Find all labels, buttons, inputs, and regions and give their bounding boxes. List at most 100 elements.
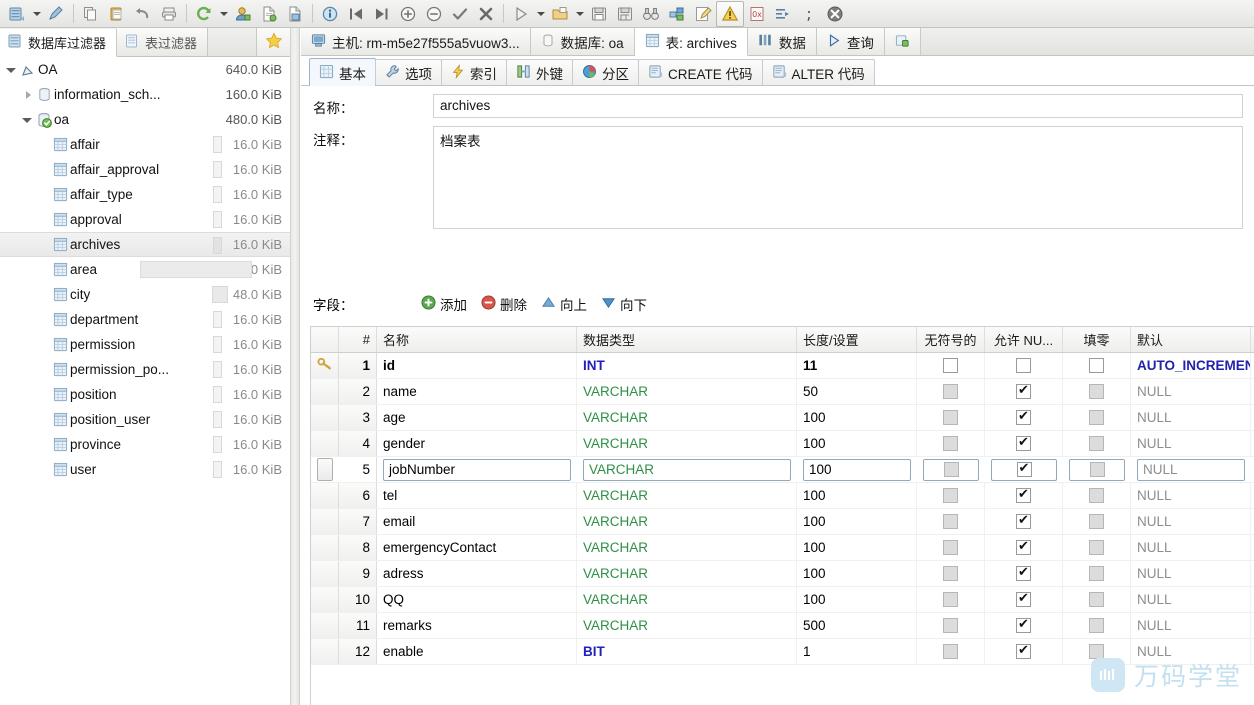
field-type-cell[interactable]: VARCHAR bbox=[577, 509, 797, 534]
field-type-cell[interactable]: VARCHAR bbox=[577, 587, 797, 612]
apply-changes-icon[interactable] bbox=[447, 2, 473, 26]
tab-table-filter[interactable]: 表过滤器 bbox=[117, 28, 209, 56]
row-key-cell[interactable] bbox=[311, 483, 339, 508]
zerofill-checkbox[interactable] bbox=[1089, 410, 1104, 425]
nullable-checkbox[interactable] bbox=[1016, 358, 1031, 373]
save-as-icon[interactable] bbox=[612, 2, 638, 26]
unsigned-checkbox[interactable] bbox=[943, 540, 958, 555]
tree-item[interactable]: province 16.0 KiB bbox=[0, 432, 290, 457]
field-length-cell[interactable]: 100 bbox=[797, 561, 917, 586]
field-length-cell[interactable]: 100 bbox=[797, 535, 917, 560]
zerofill-checkbox[interactable] bbox=[1089, 618, 1104, 633]
unsigned-checkbox[interactable] bbox=[943, 618, 958, 633]
tree-item[interactable]: permission 16.0 KiB bbox=[0, 332, 290, 357]
field-zerofill-editor[interactable] bbox=[1069, 458, 1125, 481]
field-default-cell[interactable]: NULL bbox=[1131, 535, 1251, 560]
row-key-cell[interactable] bbox=[311, 509, 339, 534]
field-default-cell[interactable]: NULL bbox=[1131, 457, 1251, 482]
table-row[interactable]: 2 name VARCHAR 50 NULL bbox=[311, 379, 1254, 405]
field-length-cell[interactable]: 50 bbox=[797, 379, 917, 404]
run-query-icon[interactable] bbox=[508, 2, 534, 26]
unsigned-checkbox[interactable] bbox=[943, 384, 958, 399]
nullable-checkbox[interactable] bbox=[1016, 538, 1031, 555]
zerofill-checkbox[interactable] bbox=[1089, 592, 1104, 607]
chevron-down-icon[interactable] bbox=[217, 2, 230, 26]
field-zerofill-cell[interactable] bbox=[1063, 639, 1131, 664]
row-index-cell[interactable]: 3 bbox=[339, 405, 377, 430]
delete-field-button[interactable]: 删除 bbox=[481, 294, 527, 314]
design-table-icon[interactable] bbox=[43, 2, 69, 26]
nullable-checkbox[interactable] bbox=[1016, 564, 1031, 581]
field-name-cell[interactable]: QQ bbox=[377, 587, 577, 612]
unsigned-checkbox[interactable] bbox=[943, 462, 959, 477]
row-index-cell[interactable]: 7 bbox=[339, 509, 377, 534]
field-name-cell[interactable]: id bbox=[377, 353, 577, 378]
field-type-cell[interactable]: BIT bbox=[577, 639, 797, 664]
field-zerofill-cell[interactable] bbox=[1063, 457, 1131, 482]
add-record-icon[interactable] bbox=[395, 2, 421, 26]
table-row[interactable]: 11 remarks VARCHAR 500 NULL bbox=[311, 613, 1254, 639]
field-type-cell[interactable]: INT bbox=[577, 353, 797, 378]
field-default-cell[interactable]: NULL bbox=[1131, 587, 1251, 612]
database-tree[interactable]: OA 640.0 KiB information_sch... 160.0 KiB oa… bbox=[0, 57, 290, 705]
field-name-cell[interactable]: adress bbox=[377, 561, 577, 586]
col-datatype-header[interactable]: 数据类型 bbox=[577, 327, 797, 352]
field-type-cell[interactable]: VARCHAR bbox=[577, 379, 797, 404]
row-index-cell[interactable]: 1 bbox=[339, 353, 377, 378]
col-key-header[interactable] bbox=[311, 327, 339, 352]
row-key-cell[interactable] bbox=[311, 457, 339, 482]
designer-tab[interactable]: CREATE 代码 bbox=[638, 59, 763, 85]
info-icon[interactable] bbox=[317, 2, 343, 26]
zerofill-checkbox[interactable] bbox=[1089, 436, 1104, 451]
designer-tab[interactable]: 分区 bbox=[572, 59, 639, 85]
field-length-cell[interactable]: 100 bbox=[797, 509, 917, 534]
field-nullable-cell[interactable] bbox=[985, 457, 1063, 482]
table-row[interactable]: 10 QQ VARCHAR 100 NULL bbox=[311, 587, 1254, 613]
last-record-icon[interactable] bbox=[369, 2, 395, 26]
designer-tab[interactable]: 基本 bbox=[309, 58, 376, 86]
field-default-cell[interactable]: NULL bbox=[1131, 561, 1251, 586]
unsigned-checkbox[interactable] bbox=[943, 592, 958, 607]
field-unsigned-cell[interactable] bbox=[917, 639, 985, 664]
load-query-icon[interactable] bbox=[547, 2, 573, 26]
first-record-icon[interactable] bbox=[343, 2, 369, 26]
field-unsigned-cell[interactable] bbox=[917, 457, 985, 482]
field-unsigned-cell[interactable] bbox=[917, 509, 985, 534]
field-name-cell[interactable]: enable bbox=[377, 639, 577, 664]
unsigned-checkbox[interactable] bbox=[943, 358, 958, 373]
tree-item[interactable]: oa 480.0 KiB bbox=[0, 107, 290, 132]
unsigned-checkbox[interactable] bbox=[943, 566, 958, 581]
table-row[interactable]: 7 email VARCHAR 100 NULL bbox=[311, 509, 1254, 535]
user-manage-icon[interactable] bbox=[230, 2, 256, 26]
field-type-cell[interactable]: VARCHAR bbox=[577, 613, 797, 638]
row-index-cell[interactable]: 10 bbox=[339, 587, 377, 612]
field-nullable-cell[interactable] bbox=[985, 353, 1063, 378]
field-default-cell[interactable]: NULL bbox=[1131, 483, 1251, 508]
field-nullable-editor[interactable] bbox=[991, 458, 1057, 481]
col-length-header[interactable]: 长度/设置 bbox=[797, 327, 917, 352]
col-unsigned-header[interactable]: 无符号的 bbox=[917, 327, 985, 352]
refresh-icon[interactable] bbox=[191, 2, 217, 26]
field-zerofill-cell[interactable] bbox=[1063, 587, 1131, 612]
cancel-changes-icon[interactable] bbox=[473, 2, 499, 26]
designer-tab[interactable]: 选项 bbox=[375, 59, 442, 85]
edit-icon[interactable] bbox=[690, 2, 716, 26]
field-type-cell[interactable]: VARCHAR bbox=[577, 483, 797, 508]
col-nullable-header[interactable]: 允许 NU... bbox=[985, 327, 1063, 352]
tab-database-filter[interactable]: 数据库过滤器 bbox=[0, 29, 118, 57]
table-name-input[interactable]: archives bbox=[433, 94, 1243, 118]
row-index-cell[interactable]: 4 bbox=[339, 431, 377, 456]
row-key-cell[interactable] bbox=[311, 405, 339, 430]
field-type-cell[interactable]: VARCHAR bbox=[577, 405, 797, 430]
object-tab[interactable]: 主机: rm-m5e27f555a5vuow3... bbox=[301, 28, 531, 55]
object-tab[interactable]: 数据库: oa bbox=[530, 28, 635, 55]
field-length-cell[interactable]: 500 bbox=[797, 613, 917, 638]
designer-tab[interactable]: ALTER 代码 bbox=[761, 59, 875, 85]
unsigned-checkbox[interactable] bbox=[943, 488, 958, 503]
zerofill-checkbox[interactable] bbox=[1089, 540, 1104, 555]
col-name-header[interactable]: 名称 bbox=[377, 327, 577, 352]
row-key-cell[interactable] bbox=[311, 379, 339, 404]
tree-item[interactable]: area 240.0 KiB bbox=[0, 257, 290, 282]
object-tab[interactable]: 表: archives bbox=[634, 28, 748, 56]
row-key-cell[interactable] bbox=[311, 587, 339, 612]
